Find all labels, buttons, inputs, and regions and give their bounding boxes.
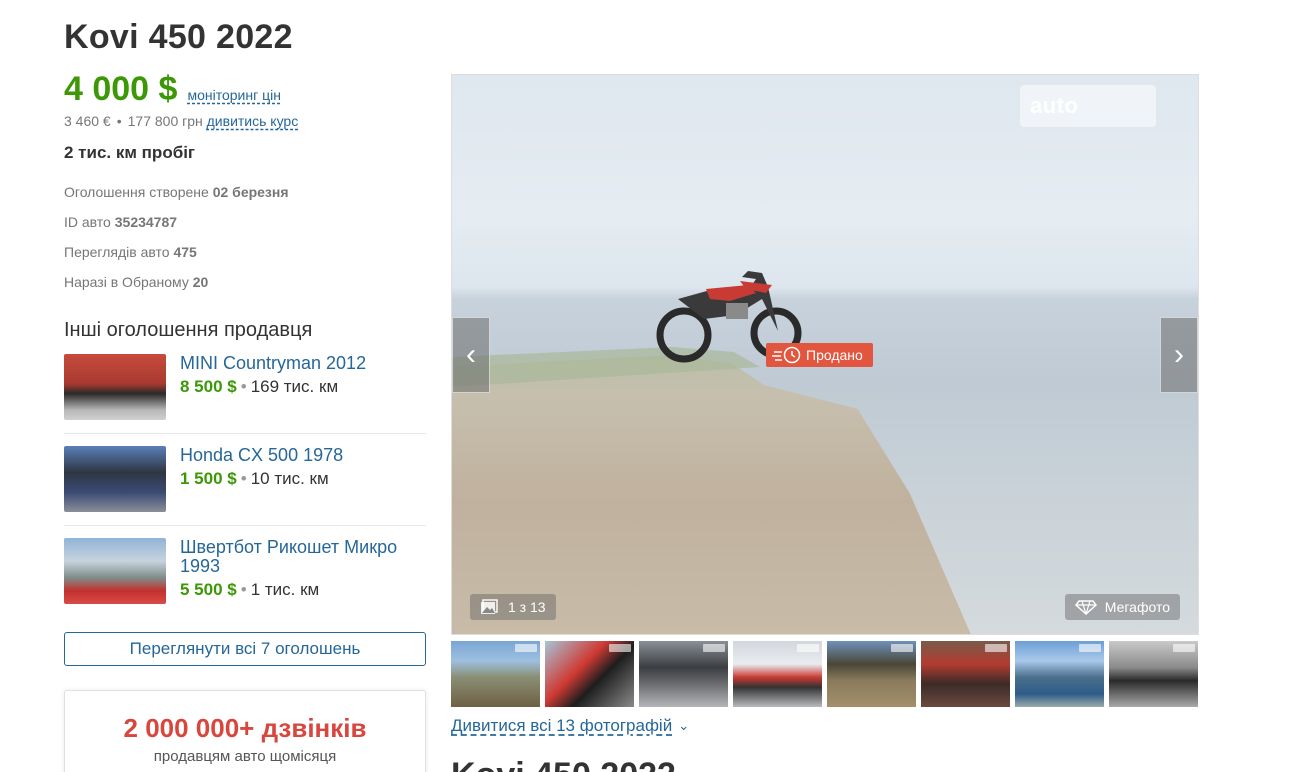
chevron-down-icon: ⌄ [678, 718, 690, 733]
view-all-photos-link[interactable]: Дивитися всі 13 фотографій ⌄ [451, 716, 689, 736]
gallery-thumbnail[interactable] [827, 641, 916, 707]
sold-label: Продано [806, 347, 863, 363]
other-listings-title: Інші оголошення продавця [64, 319, 313, 341]
stat-favorites-value: 20 [192, 274, 209, 290]
thumbnail-watermark [1079, 644, 1101, 652]
promo-subline: продавцям авто щомісяця [153, 748, 337, 765]
listing-thumbnail[interactable] [64, 446, 166, 512]
gallery-thumbnail[interactable] [451, 641, 540, 707]
other-listing-title[interactable]: Honda CX 500 1978 [180, 446, 426, 465]
chevron-right-icon: › [1174, 338, 1184, 371]
gallery-thumbnail[interactable] [545, 641, 634, 707]
photo-counter: 1 з 13 [470, 594, 556, 620]
megaphoto-button[interactable]: Мегафото [1064, 594, 1180, 620]
other-listing-price: 1 500 $ [180, 469, 237, 488]
separator-dot: • [240, 377, 247, 396]
stat-created-value: 02 березня [212, 184, 289, 200]
stat-views: Переглядів авто 475 [64, 244, 197, 260]
alternate-prices: 3 460 € • 177 800 грн дивитись курс [64, 113, 426, 129]
other-listing-title[interactable]: MINI Countryman 2012 [180, 354, 426, 373]
mileage: 2 тис. км пробіг [64, 143, 196, 162]
listing-stats: Оголошення створене 02 березня ID авто 3… [64, 183, 426, 303]
thumbnail-watermark [985, 644, 1007, 652]
list-item[interactable]: MINI Countryman 2012 8 500 $ • 169 тис. км [64, 354, 426, 434]
gallery-thumbnail[interactable] [639, 641, 728, 707]
other-listing-mileage: 10 тис. км [250, 469, 329, 488]
promo-headline: 2 000 000+ дзвінків [123, 713, 367, 743]
thumbnail-watermark [1173, 644, 1195, 652]
sold-badge: Продано [766, 343, 873, 367]
separator-dot: • [240, 469, 247, 488]
thumbnail-watermark [703, 644, 725, 652]
listing-sidebar: 4 000 $ моніторинг цін 3 460 € • 177 800 г… [64, 70, 426, 772]
stat-favorites: Наразі в Обраному 20 [64, 274, 209, 290]
gallery-prev-button[interactable]: ‹ [452, 317, 490, 393]
exchange-rate-link[interactable]: дивитись курс [207, 113, 299, 129]
view-all-photos-label: Дивитися всі 13 фотографій [451, 716, 673, 735]
listing-title: Kovi 450 2022 [64, 18, 293, 56]
list-item[interactable]: Швертбот Рикошет Микро 1993 5 500 $ • 1 ти… [64, 538, 426, 620]
thumbnail-watermark [609, 644, 631, 652]
stat-created: Оголошення створене 02 березня [64, 184, 289, 200]
price-row: 4 000 $ моніторинг цін [64, 70, 426, 109]
chevron-left-icon: ‹ [466, 338, 476, 371]
photo-counter-text: 1 з 13 [508, 599, 546, 615]
thumbnail-strip [451, 641, 1199, 707]
other-listing-title[interactable]: Швертбот Рикошет Микро 1993 [180, 538, 426, 576]
sold-clock-icon [772, 346, 801, 364]
thumbnail-watermark [797, 644, 819, 652]
megaphoto-diamond-icon [1074, 600, 1097, 615]
gallery-thumbnail[interactable] [733, 641, 822, 707]
photo-gallery[interactable]: auto Продано ‹ › 1 з 13 Мегафото [451, 74, 1199, 635]
list-item[interactable]: Honda CX 500 1978 1 500 $ • 10 тис. км [64, 446, 426, 526]
listing-thumbnail[interactable] [64, 538, 166, 604]
promo-banner[interactable]: 2 000 000+ дзвінків продавцям авто щоміс… [64, 690, 426, 772]
stat-id-value: 35234787 [114, 214, 178, 230]
listing-thumbnail[interactable] [64, 354, 166, 420]
thumbnail-watermark [515, 644, 537, 652]
stat-id: ID авто 35234787 [64, 214, 178, 230]
section-title: Kovi 450 2022 [451, 758, 676, 772]
separator-dot: • [116, 113, 122, 129]
price-usd: 4 000 $ [64, 70, 178, 108]
gallery-thumbnail[interactable] [1015, 641, 1104, 707]
price-uah: 177 800 грн [127, 113, 203, 129]
gallery-thumbnail[interactable] [1109, 641, 1198, 707]
thumbnail-watermark [891, 644, 913, 652]
gallery-next-button[interactable]: › [1160, 317, 1198, 393]
stat-views-value: 475 [173, 244, 197, 260]
price-eur: 3 460 € [64, 113, 111, 129]
price-monitoring-link[interactable]: моніторинг цін [187, 87, 281, 103]
other-listing-mileage: 1 тис. км [250, 580, 320, 599]
other-listings: MINI Countryman 2012 8 500 $ • 169 тис. км… [64, 354, 426, 620]
megaphoto-label: Мегафото [1104, 599, 1170, 615]
other-listing-mileage: 169 тис. км [250, 377, 339, 396]
view-all-listings-button[interactable]: Переглянути всі 7 оголошень [64, 632, 426, 666]
other-listing-price: 5 500 $ [180, 580, 237, 599]
other-listing-price: 8 500 $ [180, 377, 237, 396]
autoria-watermark: auto [1020, 85, 1156, 127]
gallery-thumbnail[interactable] [921, 641, 1010, 707]
gallery-icon [481, 599, 498, 614]
separator-dot: • [240, 580, 247, 599]
